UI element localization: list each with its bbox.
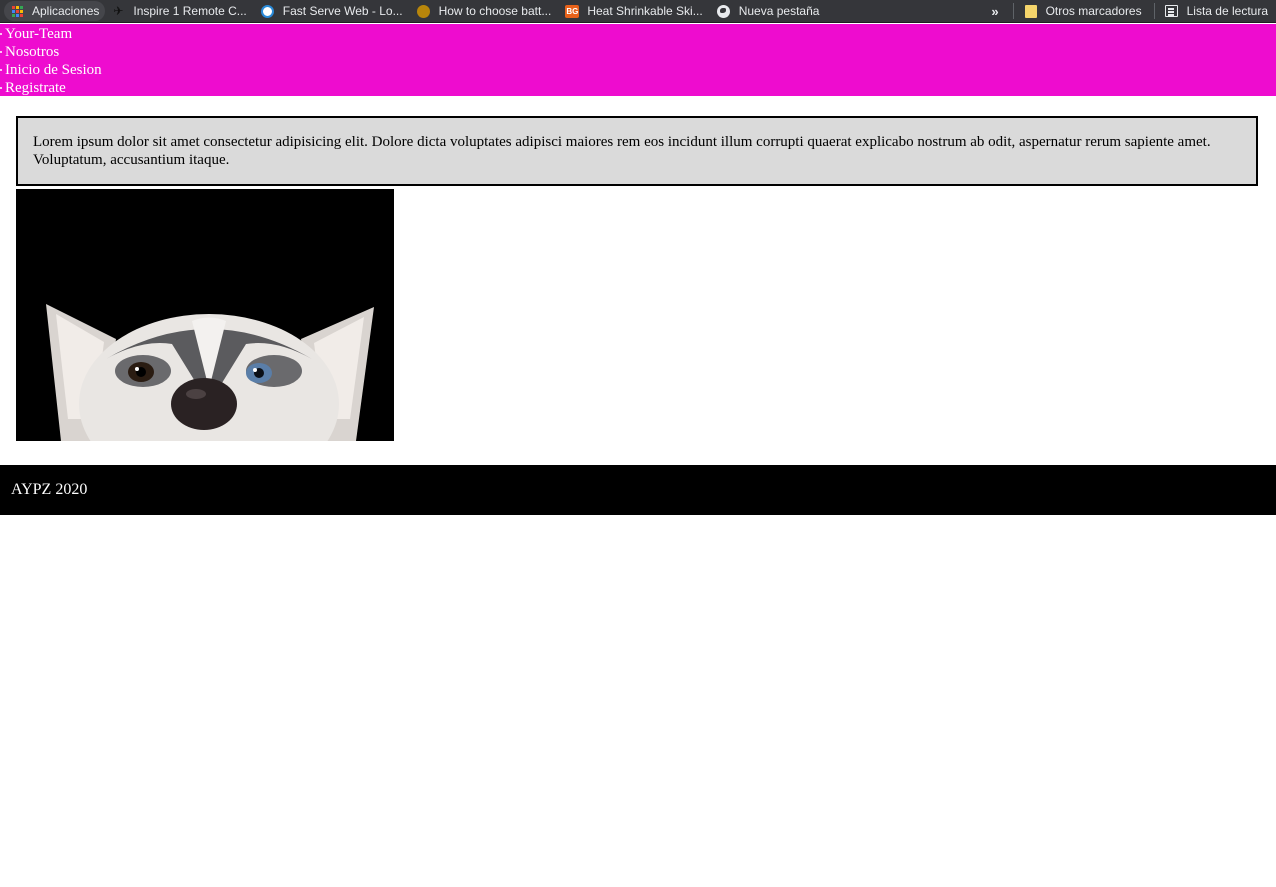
footer-text: AYPZ 2020 [11, 481, 88, 498]
bookmark-heat-shrinkable[interactable]: BG Heat Shrinkable Ski... [559, 1, 710, 21]
nav-list: Your-Team Nosotros Inicio de Sesion Regi… [0, 24, 1276, 97]
reading-list-button[interactable]: Lista de lectura [1159, 1, 1276, 21]
folder-icon [1024, 4, 1038, 18]
bookmark-label: Nueva pestaña [738, 4, 820, 18]
owl-icon [417, 4, 431, 18]
divider [1012, 3, 1014, 19]
globe-icon [717, 4, 731, 18]
bookmark-fastserve[interactable]: Fast Serve Web - Lo... [255, 1, 411, 21]
bookmark-battery[interactable]: How to choose batt... [411, 1, 560, 21]
other-bookmarks-label: Otros marcadores [1045, 4, 1142, 18]
more-bookmarks-icon[interactable]: » [981, 4, 1008, 19]
bookmark-label: How to choose batt... [438, 4, 552, 18]
bookmark-inspire[interactable]: ✈ Inspire 1 Remote C... [105, 1, 254, 21]
bookmarks-bar: Aplicaciones ✈ Inspire 1 Remote C... Fas… [0, 0, 1276, 23]
bookmark-apps[interactable]: Aplicaciones [4, 1, 106, 21]
bookmark-new-tab[interactable]: Nueva pestaña [711, 1, 828, 21]
bookmark-label: Fast Serve Web - Lo... [282, 4, 403, 18]
divider [1153, 3, 1155, 19]
nav-item-your-team[interactable]: Your-Team [0, 25, 1276, 43]
bookmark-label: Aplicaciones [32, 4, 100, 18]
intro-paragraph: Lorem ipsum dolor sit amet consectetur a… [33, 134, 1211, 168]
site-footer: AYPZ 2020 [0, 465, 1276, 515]
husky-dog-photo [16, 189, 394, 441]
fastserve-icon [261, 4, 275, 18]
apps-grid-icon [10, 4, 24, 18]
reading-list-icon [1165, 4, 1179, 18]
nav-item-registrate[interactable]: Registrate [0, 79, 1276, 97]
nav-item-inicio-sesion[interactable]: Inicio de Sesion [0, 61, 1276, 79]
bookmark-label: Heat Shrinkable Ski... [587, 4, 703, 18]
drone-icon: ✈ [113, 4, 124, 18]
site-header-nav: Your-Team Nosotros Inicio de Sesion Regi… [0, 24, 1276, 96]
intro-text-box: Lorem ipsum dolor sit amet consectetur a… [16, 116, 1258, 186]
bookmark-label: Inspire 1 Remote C... [133, 4, 247, 18]
bg-icon: BG [565, 4, 580, 18]
reading-list-label: Lista de lectura [1186, 4, 1268, 18]
nav-item-nosotros[interactable]: Nosotros [0, 43, 1276, 61]
other-bookmarks-button[interactable]: Otros marcadores [1018, 1, 1150, 21]
